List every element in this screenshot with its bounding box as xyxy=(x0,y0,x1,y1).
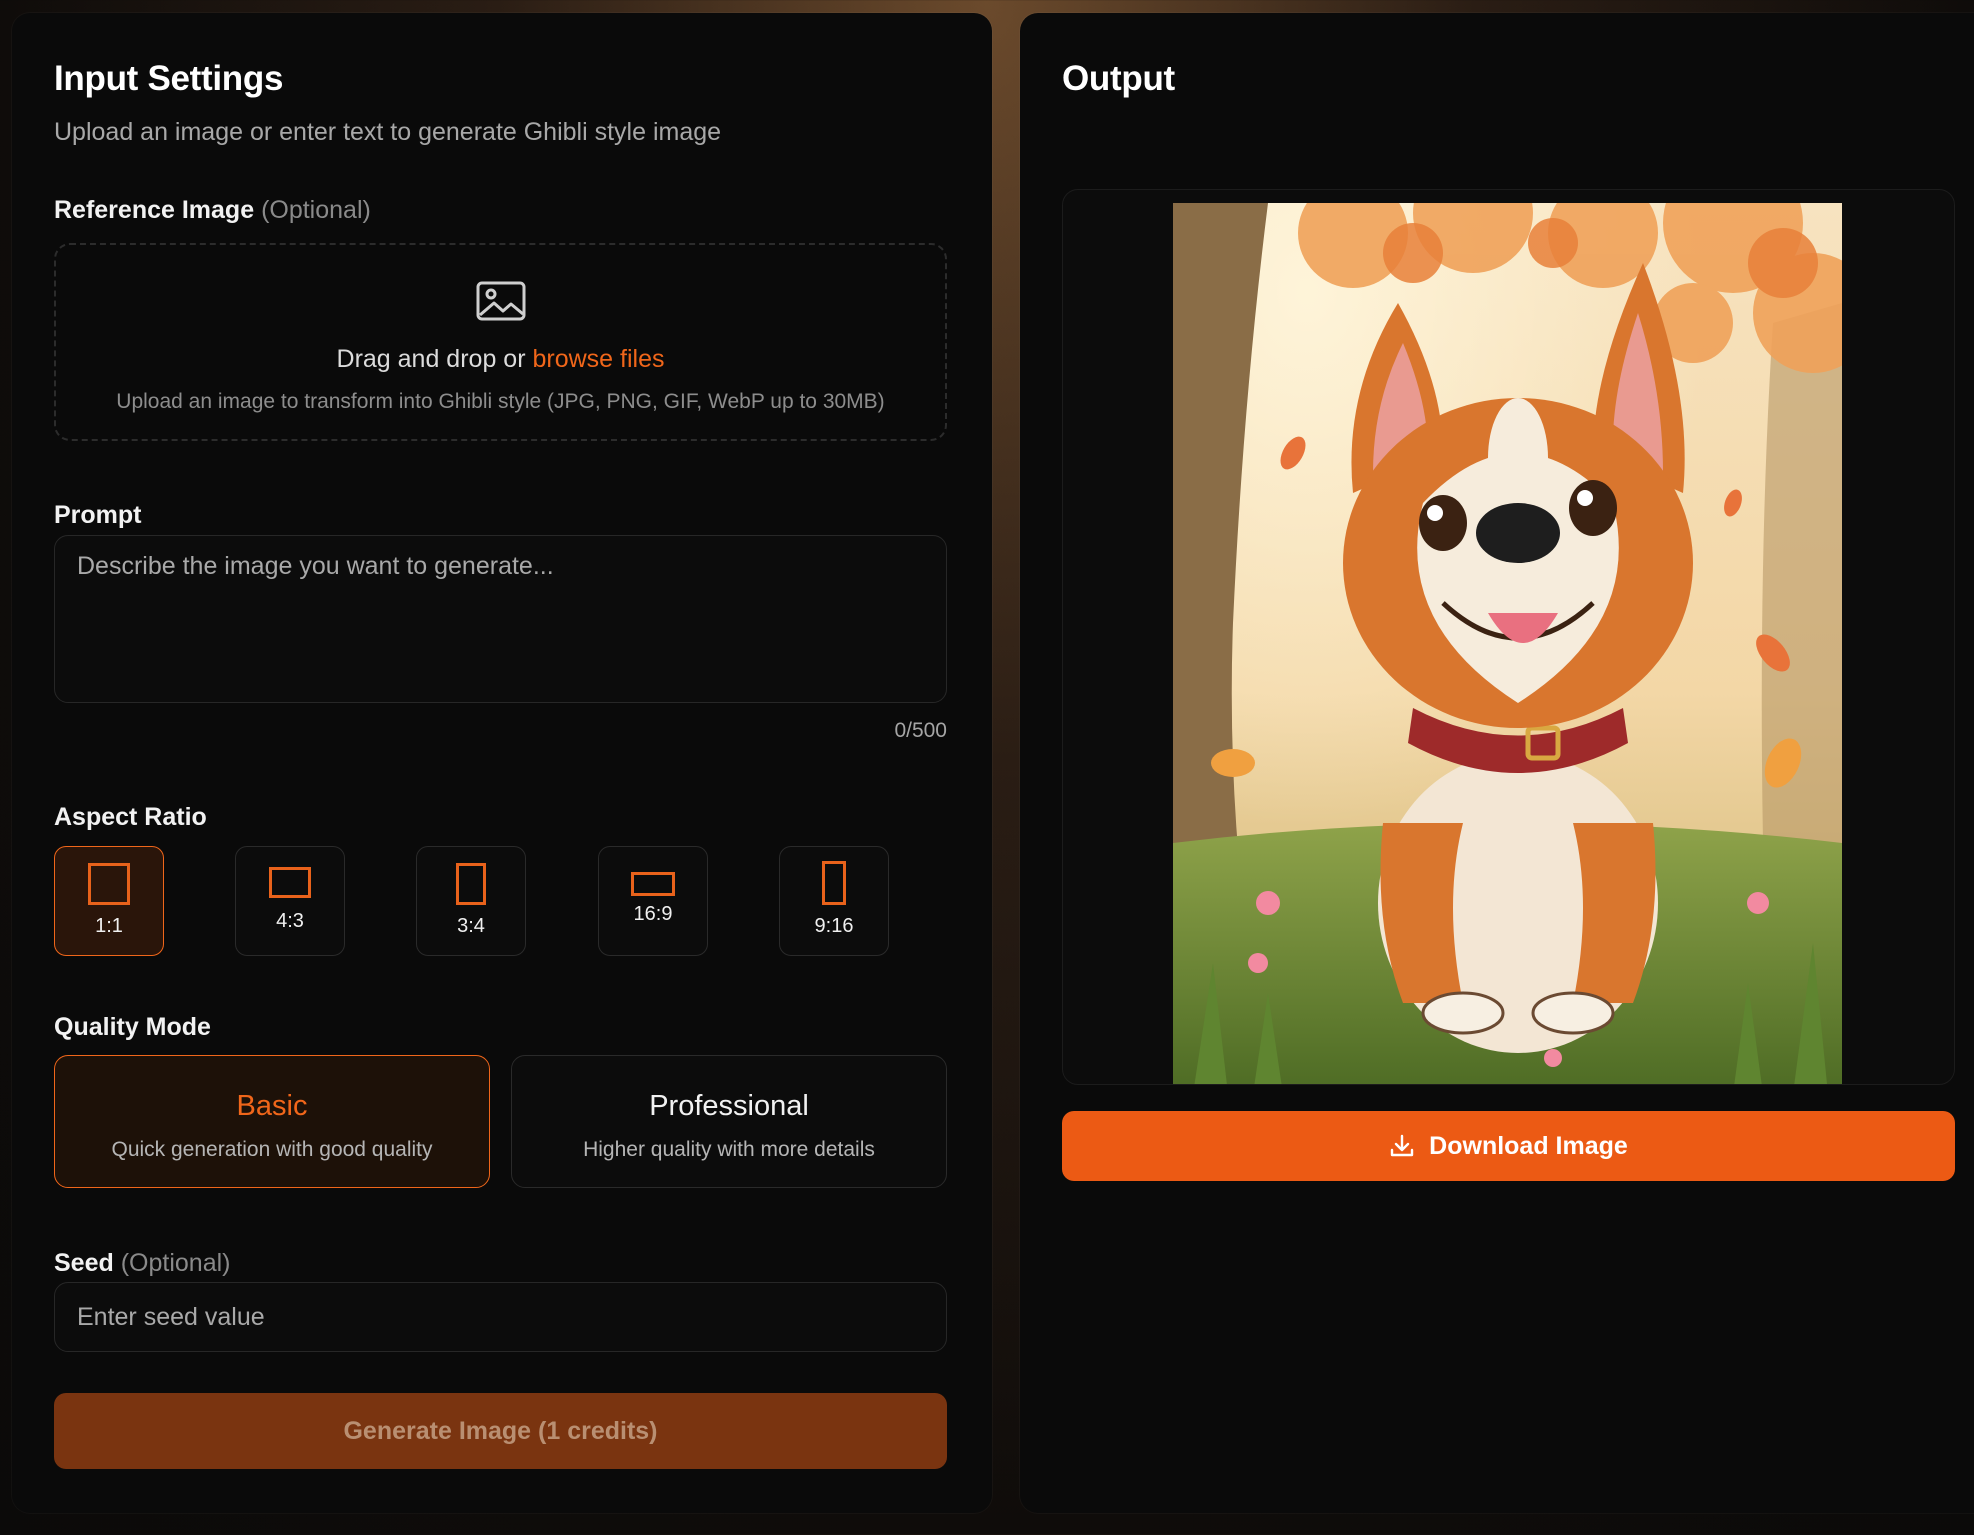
quality-mode-label: Quality Mode xyxy=(54,1013,211,1041)
quality-basic-description: Quick generation with good quality xyxy=(111,1138,433,1161)
seed-input[interactable] xyxy=(54,1282,947,1352)
aspect-ratio-label-4-3: 4:3 xyxy=(276,910,304,932)
image-dropzone[interactable]: Drag and drop or browse files Upload an … xyxy=(54,243,947,441)
generate-image-button[interactable]: Generate Image (1 credits) xyxy=(54,1393,947,1469)
seed-label: Seed (Optional) xyxy=(54,1249,230,1278)
quality-professional-title: Professional xyxy=(649,1090,809,1122)
output-panel: Output Download Image xyxy=(1020,13,1974,1513)
seed-optional: (Optional) xyxy=(120,1249,231,1277)
aspect-ratio-label-1-1: 1:1 xyxy=(95,915,123,937)
aspect-ratio-3-4[interactable]: 3:4 xyxy=(416,846,526,956)
download-image-label: Download Image xyxy=(1429,1131,1628,1160)
output-title: Output xyxy=(1062,59,1175,98)
prompt-textarea[interactable] xyxy=(54,535,947,703)
input-settings-title: Input Settings xyxy=(54,59,284,98)
download-icon xyxy=(1390,1134,1414,1157)
aspect-ratio-label-9-16: 9:16 xyxy=(814,915,854,937)
quality-basic-title: Basic xyxy=(236,1090,308,1122)
reference-image-label: Reference Image (Optional) xyxy=(54,196,371,225)
quality-professional-description: Higher quality with more details xyxy=(583,1138,875,1161)
tall-portrait-shape-icon xyxy=(822,861,846,905)
aspect-ratio-16-9[interactable]: 16:9 xyxy=(598,846,708,956)
image-icon xyxy=(476,281,526,321)
seed-label-text: Seed xyxy=(54,1249,114,1277)
dropzone-text: Drag and drop or browse files xyxy=(56,345,945,374)
widescreen-shape-icon xyxy=(631,872,675,896)
generated-image[interactable] xyxy=(1173,203,1842,1085)
quality-professional-option[interactable]: Professional Higher quality with more de… xyxy=(511,1055,947,1188)
aspect-ratio-1-1[interactable]: 1:1 xyxy=(54,846,164,956)
prompt-char-counter: 0/500 xyxy=(894,719,947,742)
dropzone-hint: Upload an image to transform into Ghibli… xyxy=(116,390,885,413)
aspect-ratio-4-3[interactable]: 4:3 xyxy=(235,846,345,956)
aspect-ratio-label-16-9: 16:9 xyxy=(633,903,673,925)
aspect-ratio-label-3-4: 3:4 xyxy=(457,915,485,937)
aspect-ratio-label: Aspect Ratio xyxy=(54,803,207,831)
square-shape-icon xyxy=(88,863,130,905)
input-settings-subtitle: Upload an image or enter text to generat… xyxy=(54,118,722,146)
reference-image-label-text: Reference Image xyxy=(54,196,255,224)
dropzone-drag-text: Drag and drop or xyxy=(336,345,526,373)
download-image-button[interactable]: Download Image xyxy=(1062,1111,1955,1181)
reference-image-optional: (Optional) xyxy=(261,196,371,224)
aspect-ratio-9-16[interactable]: 9:16 xyxy=(779,846,889,956)
browse-files-link[interactable]: browse files xyxy=(532,345,664,373)
portrait-shape-icon xyxy=(456,863,486,905)
output-image-frame xyxy=(1062,189,1955,1085)
quality-basic-option[interactable]: Basic Quick generation with good quality xyxy=(54,1055,490,1188)
prompt-label: Prompt xyxy=(54,501,142,529)
input-settings-panel: Input Settings Upload an image or enter … xyxy=(12,13,992,1513)
landscape-shape-icon xyxy=(269,867,311,898)
